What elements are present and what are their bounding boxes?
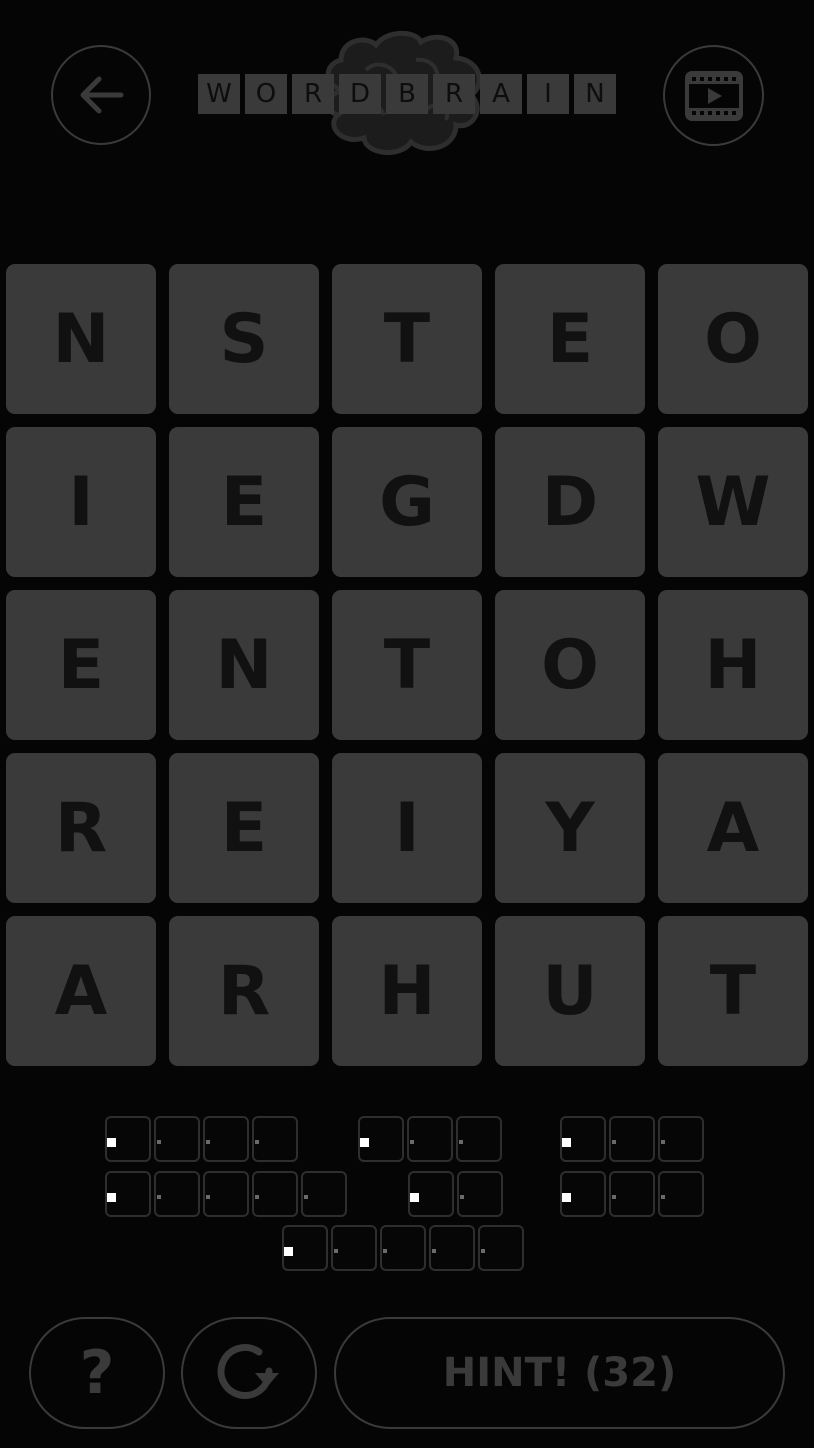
letter-tile[interactable]: S (169, 264, 319, 414)
answer-word (560, 1116, 704, 1162)
logo-letter: I (527, 74, 569, 114)
letter-tile[interactable]: T (658, 916, 808, 1066)
refresh-icon (217, 1344, 279, 1399)
arrow-left-icon (80, 76, 124, 114)
film-play-icon (684, 70, 743, 121)
answer-slot (609, 1116, 655, 1162)
answer-slot (154, 1116, 200, 1162)
answer-word (105, 1116, 298, 1162)
letter-tile[interactable]: R (169, 916, 319, 1066)
answer-word (282, 1225, 524, 1271)
letter-tile[interactable]: H (332, 916, 482, 1066)
video-button[interactable] (663, 45, 764, 146)
answer-word (105, 1171, 347, 1217)
answer-slot (358, 1116, 404, 1162)
logo-letter: W (198, 74, 240, 114)
answer-slot (407, 1116, 453, 1162)
letter-tile[interactable]: U (495, 916, 645, 1066)
answer-slot (408, 1171, 454, 1217)
letter-tile[interactable]: O (495, 590, 645, 740)
answer-slot (658, 1171, 704, 1217)
answer-slot (252, 1171, 298, 1217)
answer-slot (478, 1225, 524, 1271)
letter-tile[interactable]: E (6, 590, 156, 740)
hint-label: HINT! (32) (442, 1350, 677, 1396)
answer-slot (560, 1116, 606, 1162)
letter-tile[interactable]: D (495, 427, 645, 577)
help-button[interactable]: ? (29, 1317, 165, 1429)
logo-letters: WORDBRAIN (198, 74, 616, 114)
wordbrain-logo: WORDBRAIN (198, 30, 616, 160)
help-label: ? (79, 1338, 115, 1408)
letter-tile[interactable]: E (495, 264, 645, 414)
logo-letter: A (480, 74, 522, 114)
letter-tile[interactable]: T (332, 264, 482, 414)
letter-tile[interactable]: E (169, 427, 319, 577)
answer-word (560, 1171, 704, 1217)
answer-word (358, 1116, 502, 1162)
letter-tile[interactable]: H (658, 590, 808, 740)
logo-letter: D (339, 74, 381, 114)
letter-tile[interactable]: N (169, 590, 319, 740)
answer-slot (457, 1171, 503, 1217)
letter-tile[interactable]: A (658, 753, 808, 903)
answer-slot (331, 1225, 377, 1271)
answer-slot (105, 1116, 151, 1162)
answer-slot (203, 1116, 249, 1162)
answer-slot (380, 1225, 426, 1271)
answer-slot (282, 1225, 328, 1271)
answer-slot (429, 1225, 475, 1271)
reset-button[interactable] (181, 1317, 317, 1429)
answer-slot (105, 1171, 151, 1217)
answer-word (408, 1171, 503, 1217)
letter-tile[interactable]: G (332, 427, 482, 577)
answer-slot (658, 1116, 704, 1162)
letter-tile[interactable]: N (6, 264, 156, 414)
answer-slot (301, 1171, 347, 1217)
answer-slot (252, 1116, 298, 1162)
letter-tile[interactable]: O (658, 264, 808, 414)
answer-slot (560, 1171, 606, 1217)
logo-letter: O (245, 74, 287, 114)
letter-tile[interactable]: A (6, 916, 156, 1066)
hint-button[interactable]: HINT! (32) (334, 1317, 785, 1429)
back-button[interactable] (51, 45, 151, 145)
answer-slot (154, 1171, 200, 1217)
letter-tile[interactable]: Y (495, 753, 645, 903)
letter-grid: NSTEOIEGDWENTOHREIYAARHUT (6, 264, 808, 1066)
letter-tile[interactable]: W (658, 427, 808, 577)
letter-tile[interactable]: I (332, 753, 482, 903)
letter-tile[interactable]: E (169, 753, 319, 903)
answer-slot (456, 1116, 502, 1162)
letter-tile[interactable]: T (332, 590, 482, 740)
answer-slot (609, 1171, 655, 1217)
letter-tile[interactable]: I (6, 427, 156, 577)
letter-tile[interactable]: R (6, 753, 156, 903)
logo-letter: N (574, 74, 616, 114)
answer-slot (203, 1171, 249, 1217)
logo-letter: R (433, 74, 475, 114)
logo-letter: R (292, 74, 334, 114)
logo-letter: B (386, 74, 428, 114)
